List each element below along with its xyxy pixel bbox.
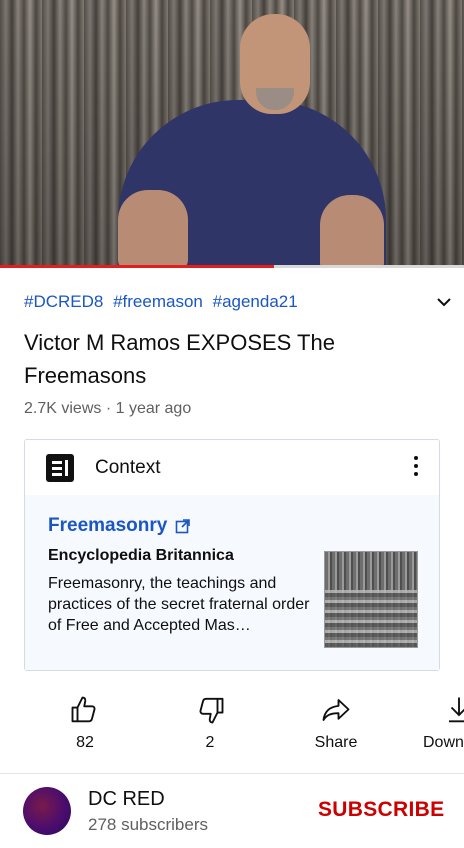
dislike-count: 2 <box>205 734 215 751</box>
context-header: Context <box>25 440 439 496</box>
thumbs-up-icon <box>71 696 96 723</box>
download-icon <box>449 697 464 723</box>
context-thumbnail <box>324 551 418 648</box>
video-progress-fill <box>0 265 274 268</box>
external-link-icon <box>175 519 190 534</box>
context-topic-link[interactable]: Freemasonry <box>48 515 167 537</box>
dislike-button[interactable]: 2 <box>170 690 250 760</box>
meta-separator: · <box>105 400 112 417</box>
hashtag-link[interactable]: #agenda21 <box>213 292 298 311</box>
video-meta: 2.7K views · 1 year ago <box>24 400 191 418</box>
thumbs-down-icon <box>199 697 224 724</box>
context-source: Encyclopedia Britannica <box>48 547 234 564</box>
video-subject-arm-left <box>118 190 188 268</box>
share-label: Share <box>314 734 358 751</box>
hashtag-link[interactable]: #freemason <box>113 292 203 311</box>
context-panel: Context Freemasonry Encyclopedia Britann… <box>24 439 440 671</box>
download-button[interactable]: Down <box>418 690 464 760</box>
hashtag-row: #DCRED8 #freemason #agenda21 <box>24 292 303 312</box>
context-description: Freemasonry, the teachings and practices… <box>48 575 310 634</box>
article-icon <box>46 454 74 482</box>
channel-avatar[interactable] <box>23 787 71 835</box>
subscribe-button[interactable]: SUBSCRIBE <box>318 798 444 822</box>
download-label: Down <box>423 734 464 751</box>
hashtag-link[interactable]: #DCRED8 <box>24 292 103 311</box>
video-title[interactable]: Victor M Ramos EXPOSES The Freemasons <box>24 326 424 392</box>
more-vert-icon[interactable] <box>413 456 419 478</box>
like-button[interactable]: 82 <box>45 690 125 760</box>
upload-age: 1 year ago <box>115 400 192 417</box>
channel-name[interactable]: DC RED <box>88 788 165 811</box>
context-title: Context <box>95 457 161 478</box>
share-button[interactable]: Share <box>296 690 376 760</box>
chevron-down-icon[interactable] <box>432 290 456 314</box>
video-subject-arm-right <box>320 195 384 268</box>
context-entry[interactable]: Freemasonry Encyclopedia Britannica Free… <box>25 495 439 670</box>
video-player[interactable] <box>0 0 464 268</box>
like-count: 82 <box>76 734 94 751</box>
view-count: 2.7K views <box>24 400 102 417</box>
subscriber-count: 278 subscribers <box>88 815 209 834</box>
share-icon <box>322 699 350 721</box>
video-progress-bar[interactable] <box>0 265 464 268</box>
action-bar: 82 2 Share Down <box>0 690 464 760</box>
divider <box>0 773 464 774</box>
